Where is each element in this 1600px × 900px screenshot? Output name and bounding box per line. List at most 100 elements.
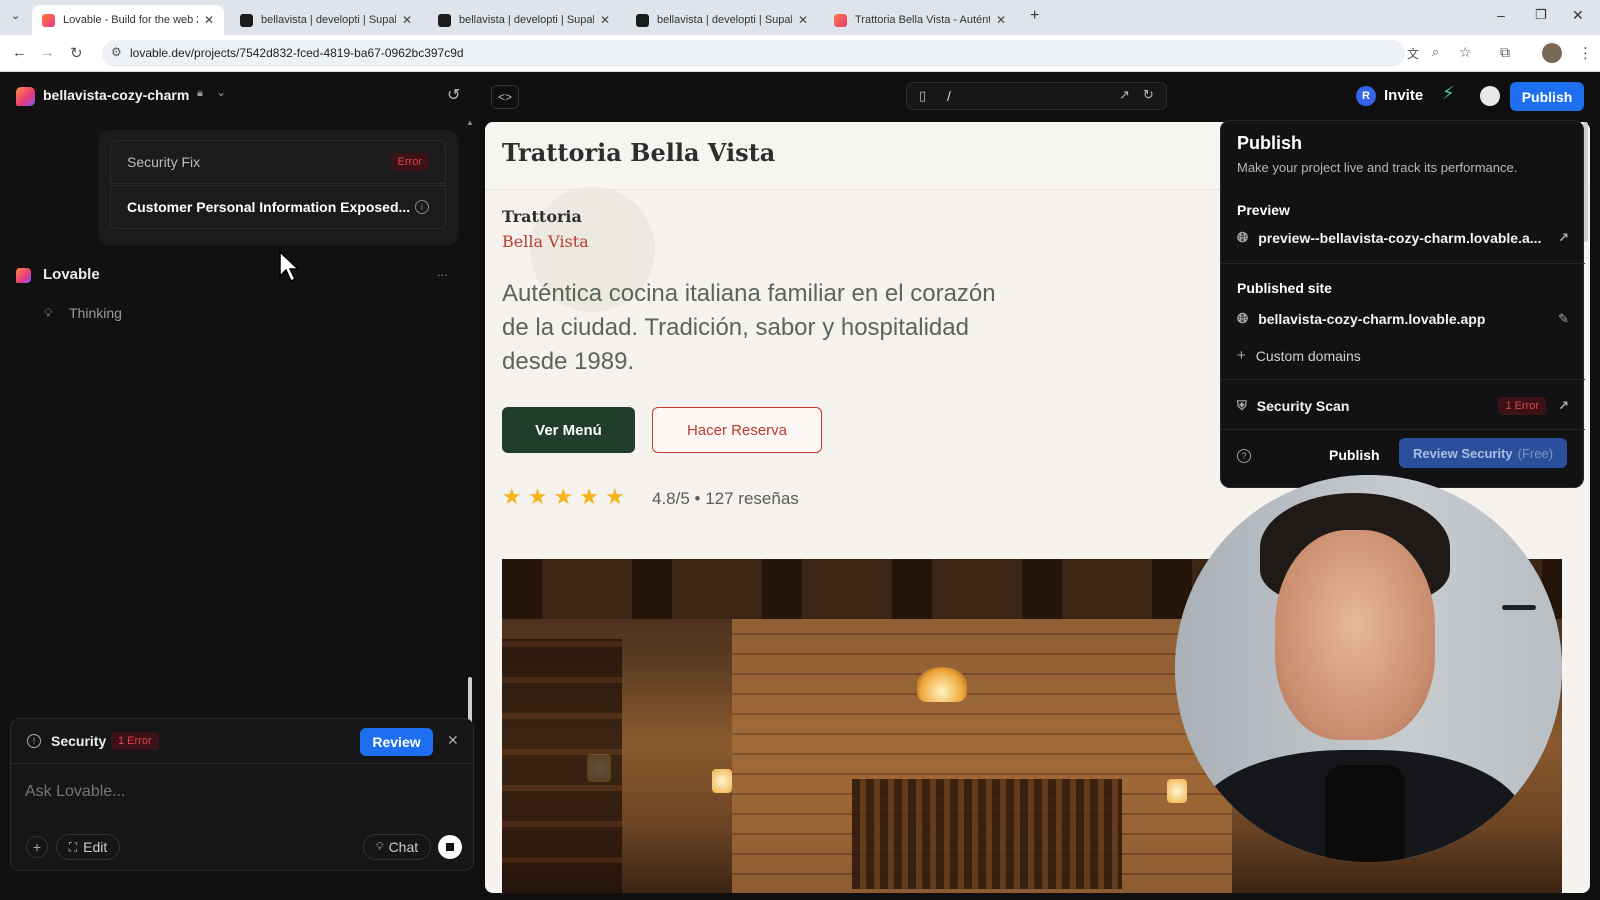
stop-icon bbox=[446, 843, 454, 851]
review-button[interactable]: Review bbox=[360, 728, 433, 756]
new-tab-plus-icon[interactable]: + bbox=[1030, 7, 1039, 25]
wall-sconce bbox=[712, 769, 732, 793]
published-site-label: Published site bbox=[1237, 280, 1332, 296]
security-issue-row[interactable]: Customer Personal Information Exposed...… bbox=[110, 185, 446, 229]
help-icon[interactable]: ? bbox=[1237, 449, 1251, 463]
wine-shelf bbox=[852, 779, 1122, 889]
tab-title: Lovable - Build for the web 20x bbox=[63, 14, 198, 26]
browser-tab-supabase-2[interactable]: bellavista | developti | Supabase ✕ bbox=[428, 5, 620, 35]
browser-menu-icon[interactable]: ⋮ bbox=[1578, 44, 1593, 62]
stop-button[interactable] bbox=[438, 835, 462, 859]
published-url-link[interactable]: 🌐︎ bellavista-cozy-charm.lovable.app ✎ bbox=[1237, 310, 1569, 327]
thinking-status: Thinking bbox=[69, 305, 122, 321]
close-tab-icon[interactable]: ✕ bbox=[402, 13, 412, 27]
lovable-logo-icon[interactable] bbox=[16, 87, 35, 106]
chat-label: Chat bbox=[388, 839, 419, 855]
open-external-icon[interactable]: ↗ bbox=[1558, 230, 1569, 246]
tab-title: Trattoria Bella Vista - Auténtica bbox=[855, 14, 990, 26]
reload-icon[interactable]: ↻ bbox=[70, 44, 83, 62]
hacer-reserva-button[interactable]: Hacer Reserva bbox=[652, 407, 822, 453]
message-more-icon[interactable]: ... bbox=[437, 264, 448, 279]
wine-bottles bbox=[502, 639, 622, 893]
supabase-lightning-icon[interactable]: ⚡︎ bbox=[1442, 83, 1455, 104]
close-tab-icon[interactable]: ✕ bbox=[996, 13, 1006, 27]
edit-pencil-icon[interactable]: ✎ bbox=[1558, 311, 1569, 327]
composer: + ⛶ Edit 💡︎ Chat bbox=[10, 764, 474, 871]
chevron-down-icon[interactable]: ⌄ bbox=[216, 85, 226, 99]
security-scan-label: Security Scan bbox=[1256, 398, 1350, 414]
security-fix-row[interactable]: Security Fix Error bbox=[110, 140, 446, 184]
star-icon: ★ bbox=[553, 484, 574, 509]
close-tab-icon[interactable]: ✕ bbox=[798, 13, 808, 27]
security-fix-card: Security Fix Error Customer Personal Inf… bbox=[98, 130, 458, 245]
site-title[interactable]: Trattoria Bella Vista bbox=[502, 138, 775, 167]
tab-list-chevron-icon[interactable]: ⌄ bbox=[11, 9, 20, 22]
plus-icon: + bbox=[1237, 347, 1246, 364]
custom-domains-link[interactable]: + Custom domains bbox=[1237, 347, 1569, 364]
publish-button[interactable]: Publish bbox=[1510, 82, 1584, 111]
forward-arrow-icon[interactable]: → bbox=[40, 44, 55, 61]
shield-icon: ⛨ bbox=[1237, 398, 1247, 413]
site-logo-line2: Bella Vista bbox=[502, 232, 589, 251]
lightbulb-icon: 💡︎ bbox=[375, 840, 384, 853]
refresh-preview-icon[interactable]: ↻ bbox=[1143, 87, 1154, 103]
chat-mode-button[interactable]: 💡︎ Chat bbox=[363, 834, 431, 860]
review-security-button[interactable]: Review Security (Free) bbox=[1399, 438, 1567, 468]
restore-window-icon[interactable]: ❐ bbox=[1535, 7, 1547, 23]
info-icon[interactable]: i bbox=[415, 200, 429, 214]
star-icon: ★ bbox=[502, 484, 522, 509]
edit-button[interactable]: ⛶ Edit bbox=[56, 834, 120, 860]
open-external-icon[interactable]: ↗ bbox=[1119, 87, 1130, 103]
url-text: lovable.dev/projects/7542d832-fced-4819-… bbox=[130, 46, 464, 60]
bookmark-star-icon[interactable]: ☆ bbox=[1459, 44, 1472, 61]
publish-title: Publish bbox=[1237, 133, 1303, 153]
back-arrow-icon[interactable]: ← bbox=[12, 44, 27, 61]
browser-tab-lovable[interactable]: Lovable - Build for the web 20x ✕ bbox=[32, 5, 224, 35]
github-icon[interactable] bbox=[1480, 86, 1500, 106]
open-external-icon[interactable]: ↗ bbox=[1558, 398, 1569, 414]
close-tab-icon[interactable]: ✕ bbox=[600, 13, 610, 27]
rating-text: 4.8/5 • 127 reseñas bbox=[652, 489, 799, 508]
translate-icon[interactable]: 文 bbox=[1407, 45, 1419, 62]
preview-url-bar[interactable]: ▯ / ↗ ↻ bbox=[906, 82, 1167, 110]
minimize-window-icon[interactable]: – bbox=[1497, 7, 1505, 23]
select-edit-icon: ⛶ bbox=[68, 839, 78, 854]
microphone bbox=[1325, 765, 1405, 862]
preview-url-link[interactable]: 🌐︎ preview--bellavista-cozy-charm.lovabl… bbox=[1237, 229, 1569, 246]
code-view-icon[interactable]: <> bbox=[491, 85, 519, 109]
close-tab-icon[interactable]: ✕ bbox=[204, 13, 214, 27]
browser-tab-trattoria[interactable]: Trattoria Bella Vista - Auténtica ✕ bbox=[824, 5, 1016, 35]
lovable-assistant-icon bbox=[16, 268, 31, 283]
history-icon[interactable]: ↺ bbox=[447, 85, 460, 105]
preview-path[interactable]: / bbox=[947, 88, 951, 104]
browser-tab-supabase-3[interactable]: bellavista | developti | Supabase ✕ bbox=[626, 5, 818, 35]
site-info-icon[interactable]: ⚙ bbox=[111, 45, 122, 59]
browser-tab-supabase-1[interactable]: bellavista | developti | Supabase ✕ bbox=[230, 5, 422, 35]
browser-address-bar: ← → ↻ ⚙ lovable.dev/projects/7542d832-fc… bbox=[0, 35, 1600, 72]
device-view-icon[interactable]: ▯ bbox=[919, 88, 926, 104]
url-field[interactable]: ⚙ lovable.dev/projects/7542d832-fced-481… bbox=[102, 40, 1472, 67]
ask-input[interactable] bbox=[25, 778, 455, 806]
close-window-icon[interactable]: ✕ bbox=[1572, 7, 1584, 24]
add-attachment-icon[interactable]: + bbox=[26, 836, 48, 858]
supabase-favicon-icon bbox=[438, 13, 451, 27]
published-url: bellavista-cozy-charm.lovable.app bbox=[1258, 310, 1486, 327]
zoom-icon[interactable]: ⌕ bbox=[1432, 44, 1439, 60]
globe-icon: 🌐︎ bbox=[1237, 229, 1249, 245]
project-name[interactable]: bellavista-cozy-charm bbox=[43, 87, 189, 103]
hero-text: Auténtica cocina italiana familiar en el… bbox=[502, 280, 996, 375]
publish-popover: Publish Make your project live and track… bbox=[1220, 120, 1585, 488]
invite-button[interactable]: Invite bbox=[1384, 87, 1423, 104]
profile-avatar[interactable] bbox=[1542, 43, 1562, 63]
tab-title: bellavista | developti | Supabase bbox=[261, 14, 396, 26]
security-fix-title: Security Fix bbox=[127, 154, 201, 170]
publish-confirm-button[interactable]: Publish bbox=[1329, 447, 1380, 463]
scroll-up-arrow-icon[interactable]: ▲ bbox=[466, 118, 474, 127]
security-scan-row[interactable]: ⛨ Security Scan 1 Error ↗ bbox=[1237, 397, 1569, 415]
extensions-icon[interactable]: ⧉ bbox=[1500, 44, 1510, 61]
ver-menu-button[interactable]: Ver Menú bbox=[502, 407, 635, 453]
tab-title: bellavista | developti | Supabase bbox=[459, 14, 594, 26]
star-icon: ★ bbox=[579, 484, 599, 509]
close-icon[interactable]: ✕ bbox=[447, 732, 459, 749]
user-avatar[interactable]: R bbox=[1356, 86, 1376, 106]
